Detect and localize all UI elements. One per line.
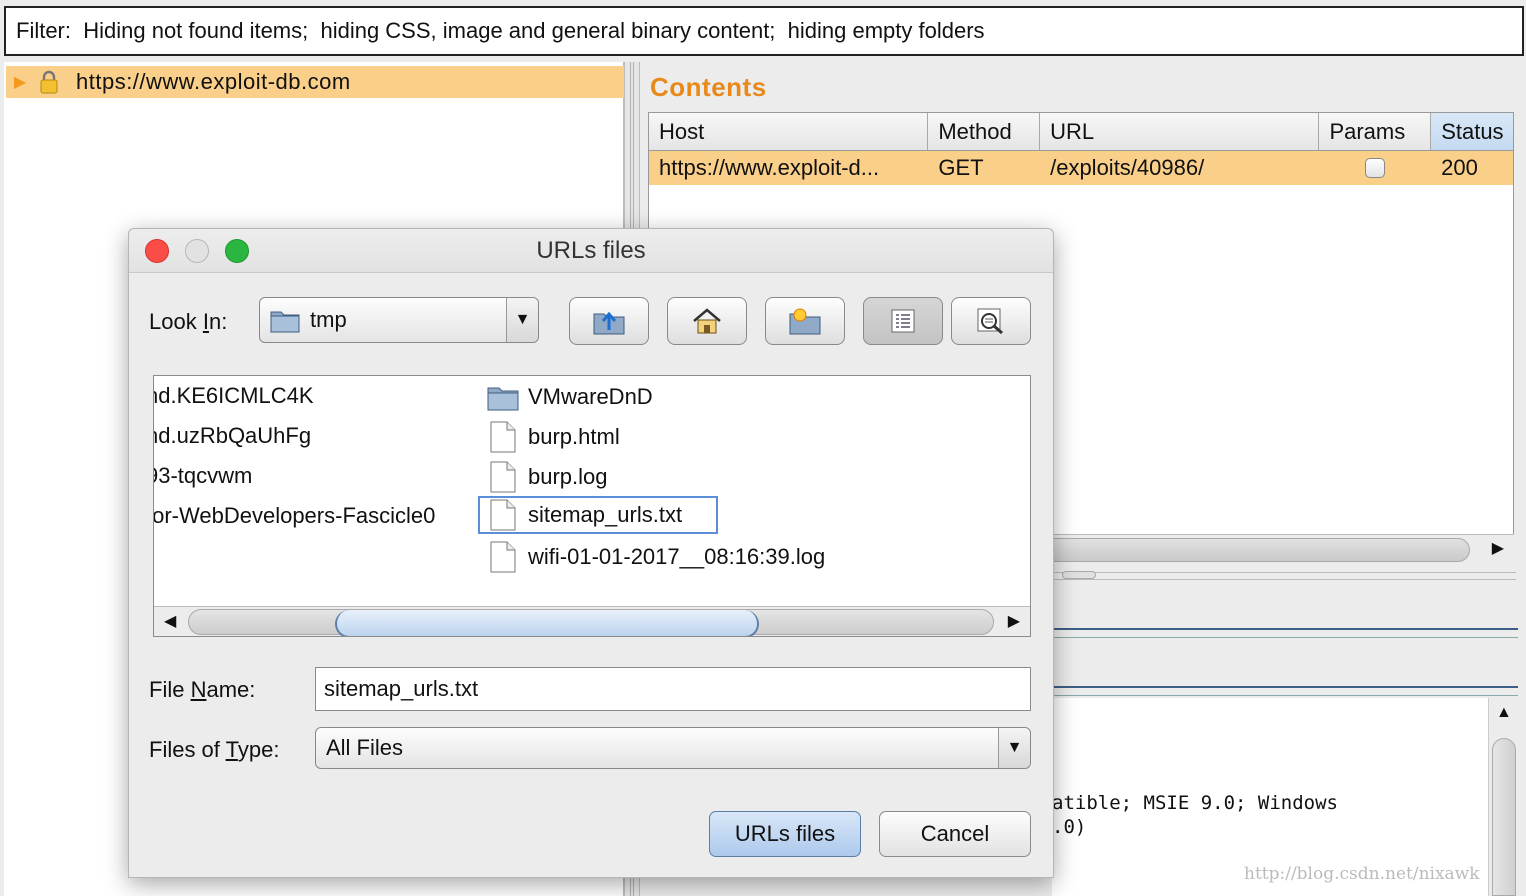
list-item[interactable]: nd.uzRbQaUhFg <box>154 416 311 456</box>
file-name-label: File Name: <box>149 677 256 702</box>
dialog-title: URLs files <box>536 237 646 264</box>
tab-divider <box>1052 628 1518 638</box>
column-header-method[interactable]: Method <box>928 113 1041 150</box>
cell-method: GET <box>938 155 984 180</box>
scroll-up-arrow-icon[interactable]: ▲ <box>1496 704 1512 722</box>
cancel-button[interactable]: Cancel <box>879 811 1031 857</box>
file-icon <box>486 541 520 573</box>
list-item[interactable]: VMwareDnD <box>486 378 653 416</box>
cell-url: /exploits/40986/ <box>1050 155 1205 180</box>
scroll-right-arrow-icon[interactable]: ▶ <box>1008 611 1020 631</box>
table-horizontal-scrollbar[interactable]: ▶ <box>1050 534 1514 564</box>
file-list[interactable]: nd.KE6ICMLC4K nd.uzRbQaUhFg 93-tqcvwm fo… <box>153 375 1031 637</box>
dialog-titlebar[interactable]: URLs files <box>129 229 1053 273</box>
file-name-input-value: sitemap_urls.txt <box>324 676 479 701</box>
scroll-thumb[interactable] <box>335 610 759 636</box>
list-item[interactable]: for-WebDevelopers-Fascicle0 <box>154 496 435 536</box>
folder-icon <box>486 383 520 411</box>
file-name-input[interactable]: sitemap_urls.txt <box>315 667 1031 711</box>
list-item[interactable]: wifi-01-01-2017__08:16:39.log <box>486 538 825 576</box>
scroll-right-arrow-icon[interactable]: ▶ <box>1492 538 1504 558</box>
scroll-left-arrow-icon[interactable]: ◀ <box>164 611 176 631</box>
params-checkbox[interactable] <box>1365 158 1386 178</box>
file-icon <box>486 461 520 493</box>
expand-arrow-icon[interactable]: ▶ <box>6 72 34 92</box>
watermark: http://blog.csdn.net/nixawk <box>1244 864 1480 884</box>
contents-title: Contents <box>650 72 767 102</box>
scroll-thumb[interactable] <box>1492 738 1516 896</box>
files-of-type-value: All Files <box>326 735 404 760</box>
file-icon <box>486 499 520 531</box>
horizontal-splitter[interactable] <box>1052 571 1516 580</box>
lock-icon <box>34 70 64 94</box>
urls-files-button[interactable]: URLs files <box>709 811 861 857</box>
dropdown-arrow-icon[interactable]: ▼ <box>506 298 538 342</box>
folder-icon <box>270 307 300 333</box>
column-header-url[interactable]: URL <box>1040 113 1320 150</box>
scroll-track[interactable] <box>188 609 994 636</box>
tab-divider <box>1052 686 1518 696</box>
file-name-text: sitemap_urls.txt <box>528 502 683 527</box>
file-name-text: burp.log <box>528 464 608 489</box>
up-folder-button[interactable] <box>569 297 649 345</box>
cell-status: 200 <box>1441 155 1478 180</box>
new-folder-icon <box>789 308 821 335</box>
request-vertical-scrollbar[interactable]: ▲ <box>1488 698 1518 896</box>
list-view-icon <box>891 309 915 333</box>
look-in-label: Look In: <box>149 309 228 334</box>
cell-params <box>1319 151 1431 185</box>
column-header-status[interactable]: Status <box>1431 113 1514 150</box>
list-item[interactable]: burp.log <box>486 458 608 496</box>
tree-host-label: https://www.exploit-db.com <box>76 69 351 94</box>
list-item[interactable]: burp.html <box>486 418 620 456</box>
up-folder-icon <box>593 311 625 335</box>
list-item-selected[interactable]: sitemap_urls.txt <box>478 496 718 534</box>
filter-bar[interactable]: Filter: Hiding not found items; hiding C… <box>4 6 1524 56</box>
request-text-line: atible; MSIE 9.0; Windows <box>1052 792 1338 814</box>
request-text-line: .0) <box>1052 816 1087 838</box>
list-view-button[interactable] <box>863 297 943 345</box>
look-in-value: tmp <box>310 307 347 332</box>
new-folder-button[interactable] <box>765 297 845 345</box>
file-icon <box>486 421 520 453</box>
file-name-text: burp.html <box>528 424 620 449</box>
urls-files-dialog: URLs files Look In: tmp ▼ nd.KE6ICMLC4K … <box>128 228 1054 878</box>
details-view-button[interactable] <box>951 297 1031 345</box>
look-in-dropdown[interactable]: tmp ▼ <box>259 297 539 343</box>
file-name-text: wifi-01-01-2017__08:16:39.log <box>528 544 826 569</box>
column-header-params[interactable]: Params <box>1319 113 1432 150</box>
column-header-host[interactable]: Host <box>649 113 929 150</box>
table-row[interactable]: https://www.exploit-d... GET /exploits/4… <box>649 151 1513 185</box>
files-of-type-label: Files of Type: <box>149 737 280 762</box>
filter-text: Filter: Hiding not found items; hiding C… <box>16 18 985 43</box>
table-header: Host Method URL Params Status <box>649 113 1514 151</box>
tree-item-host[interactable]: ▶ https://www.exploit-db.com <box>6 66 624 98</box>
home-icon <box>693 308 721 334</box>
cell-host: https://www.exploit-d... <box>659 155 880 180</box>
file-list-horizontal-scrollbar[interactable]: ◀ ▶ <box>154 606 1030 636</box>
list-item[interactable]: 93-tqcvwm <box>154 456 252 496</box>
dropdown-arrow-icon[interactable]: ▼ <box>998 728 1030 768</box>
home-button[interactable] <box>667 297 747 345</box>
file-name-text: VMwareDnD <box>528 384 653 409</box>
files-of-type-dropdown[interactable]: All Files ▼ <box>315 727 1031 769</box>
list-item[interactable]: nd.KE6ICMLC4K <box>154 376 314 416</box>
details-view-icon <box>977 308 1003 335</box>
